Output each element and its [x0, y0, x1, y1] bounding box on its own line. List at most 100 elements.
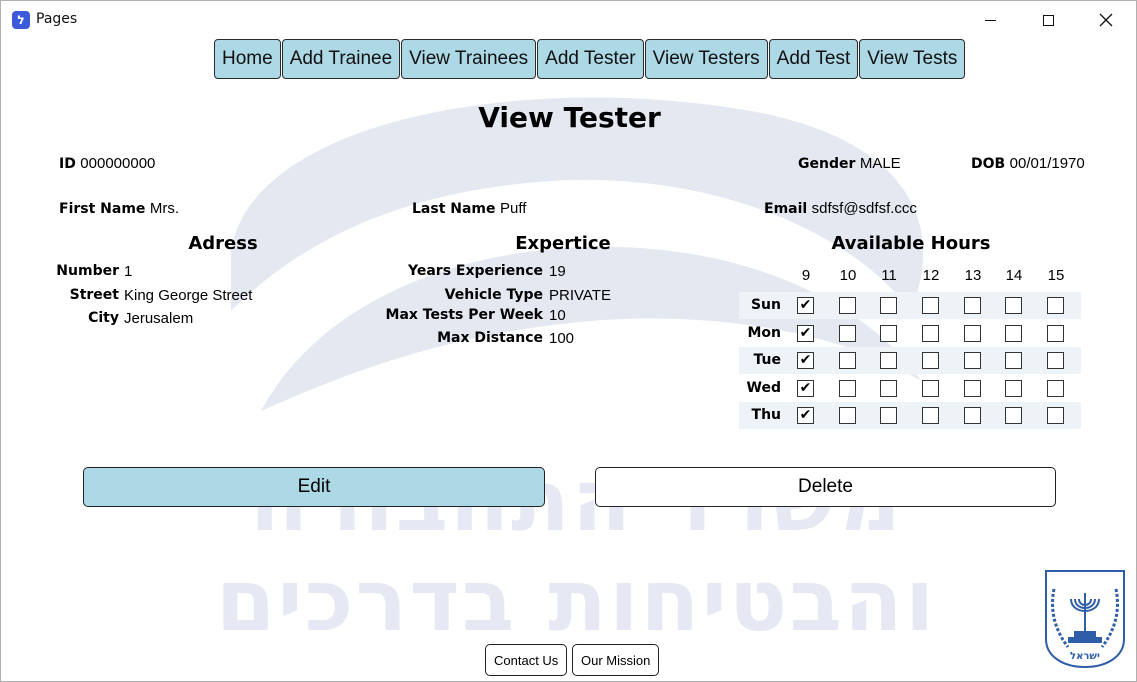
city-label: City [88, 310, 119, 326]
email-label: Email [764, 201, 808, 217]
nav-view-trainees-button[interactable]: View Trainees [401, 39, 537, 79]
number-label: Number [56, 263, 119, 279]
hour-header-9: 9 [801, 267, 811, 284]
hour-checkbox-tue-14[interactable] [1005, 352, 1022, 369]
hour-checkbox-wed-14[interactable] [1005, 379, 1022, 397]
close-button[interactable] [1077, 1, 1135, 39]
watermark-line2: והבטיחות בדרכים [215, 551, 937, 651]
hour-checkbox-wed-12[interactable] [922, 379, 939, 397]
years-experience-value: 19 [549, 263, 566, 280]
nav-view-tests-button[interactable]: View Tests [859, 39, 966, 79]
nav-view-testers-button[interactable]: View Testers [644, 39, 768, 79]
nav-add-trainee-button[interactable]: Add Trainee [281, 39, 401, 79]
app-logo-icon: ל [12, 11, 30, 29]
day-label: Sun [750, 297, 781, 313]
hour-checkbox-mon-13[interactable] [964, 324, 981, 342]
hour-checkbox-sun-11[interactable] [880, 297, 897, 314]
hour-checkbox-tue-9[interactable]: ✔ [797, 352, 814, 369]
hour-checkbox-thu-14[interactable] [1005, 407, 1022, 424]
emblem-text: ישראל [1070, 651, 1100, 662]
max-tests-label: Max Tests Per Week [385, 307, 543, 323]
hour-header-15: 15 [1047, 267, 1065, 284]
hour-checkbox-thu-15[interactable] [1047, 407, 1064, 424]
last-name-label: Last Name [412, 201, 496, 217]
last-name-field: Last Name Puff [412, 200, 526, 217]
app-window: משרד התחבורה והבטיחות בדרכים ל Pages Hom… [0, 0, 1137, 682]
hour-checkbox-tue-15[interactable] [1047, 352, 1064, 369]
hour-checkbox-thu-12[interactable] [922, 407, 939, 424]
hour-header-14: 14 [1005, 267, 1023, 284]
delete-button[interactable]: Delete [595, 467, 1056, 507]
hour-checkbox-tue-13[interactable] [964, 352, 981, 369]
state-emblem-icon: ישראל [1045, 570, 1125, 669]
edit-button[interactable]: Edit [83, 467, 545, 507]
hours-row-tue: Tue ✔ [739, 347, 1081, 374]
street-label: Street [69, 287, 119, 303]
hour-checkbox-wed-15[interactable] [1047, 379, 1064, 397]
city-value: Jerusalem [124, 310, 194, 327]
hour-checkbox-mon-15[interactable] [1047, 324, 1064, 342]
nav-add-test-button[interactable]: Add Test [768, 39, 859, 79]
hour-checkbox-mon-10[interactable] [839, 324, 856, 342]
contact-us-button[interactable]: Contact Us [485, 644, 568, 676]
hour-header-10: 10 [839, 267, 857, 284]
nav-add-tester-button[interactable]: Add Tester [537, 39, 644, 79]
hour-checkbox-wed-9[interactable]: ✔ [797, 379, 814, 397]
id-value: 000000000 [80, 155, 156, 172]
hour-checkbox-wed-13[interactable] [964, 379, 981, 397]
hour-checkbox-wed-11[interactable] [880, 379, 897, 397]
hour-header-11: 11 [881, 267, 897, 284]
page-title: View Tester [478, 101, 661, 134]
maximize-icon [1042, 14, 1054, 26]
max-distance-label: Max Distance [437, 330, 543, 346]
window-title: Pages [36, 11, 78, 27]
maximize-button[interactable] [1019, 1, 1077, 39]
hour-checkbox-mon-14[interactable] [1005, 324, 1022, 342]
day-label: Mon [747, 324, 781, 341]
id-label: ID [59, 156, 76, 172]
gender-field: Gender MALE [798, 155, 901, 172]
vehicle-type-value: PRIVATE [549, 287, 611, 304]
hours-row-thu: Thu ✔ [739, 402, 1081, 429]
hour-checkbox-thu-13[interactable] [964, 407, 981, 424]
street-value: King George Street [124, 287, 253, 304]
day-label: Thu [751, 407, 781, 423]
address-title: Adress [188, 233, 258, 254]
nav-home-button[interactable]: Home [214, 39, 281, 79]
available-hours-title: Available Hours [831, 233, 991, 254]
dob-field: DOB 00/01/1970 [971, 155, 1085, 172]
max-distance-value: 100 [549, 330, 575, 347]
id-field: ID 000000000 [59, 155, 155, 172]
hour-header-13: 13 [964, 267, 982, 284]
day-label: Wed [746, 379, 781, 396]
hour-checkbox-mon-12[interactable] [922, 324, 939, 342]
first-name-label: First Name [59, 201, 146, 217]
hour-checkbox-sun-15[interactable] [1047, 297, 1064, 314]
hours-row-wed: Wed ✔ [739, 375, 1081, 402]
vehicle-type-label: Vehicle Type [444, 287, 543, 303]
close-icon [1099, 13, 1113, 27]
hour-checkbox-mon-11[interactable] [880, 324, 897, 342]
hour-checkbox-mon-9[interactable]: ✔ [797, 324, 814, 342]
hour-header-12: 12 [922, 267, 940, 284]
hour-checkbox-thu-10[interactable] [839, 407, 856, 424]
hour-checkbox-sun-9[interactable]: ✔ [797, 297, 814, 314]
dob-value: 00/01/1970 [1009, 155, 1085, 172]
hours-row-sun: Sun ✔ [739, 292, 1081, 319]
hour-checkbox-thu-11[interactable] [880, 407, 897, 424]
title-bar: ל Pages [1, 1, 1136, 39]
hour-checkbox-sun-12[interactable] [922, 297, 939, 314]
hour-checkbox-sun-10[interactable] [839, 297, 856, 314]
hour-checkbox-sun-13[interactable] [964, 297, 981, 314]
hour-checkbox-tue-10[interactable] [839, 352, 856, 369]
gender-label: Gender [798, 156, 856, 172]
hour-checkbox-wed-10[interactable] [839, 379, 856, 397]
minimize-button[interactable] [961, 1, 1019, 39]
dob-label: DOB [971, 156, 1006, 172]
hour-checkbox-thu-9[interactable]: ✔ [797, 407, 814, 424]
day-label: Tue [753, 352, 781, 368]
our-mission-button[interactable]: Our Mission [572, 644, 660, 676]
hour-checkbox-tue-12[interactable] [922, 352, 939, 369]
hour-checkbox-sun-14[interactable] [1005, 297, 1022, 314]
hour-checkbox-tue-11[interactable] [880, 352, 897, 369]
